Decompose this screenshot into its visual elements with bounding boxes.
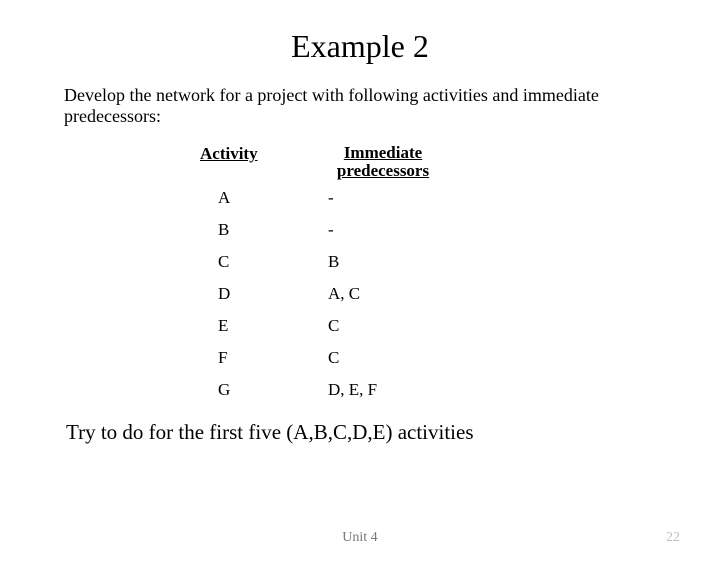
- table-header-row: Activity Immediate predecessors: [200, 144, 458, 182]
- closing-text: Try to do for the first five (A,B,C,D,E)…: [66, 420, 720, 445]
- intro-text: Develop the network for a project with f…: [64, 85, 660, 126]
- activities-table: Activity Immediate predecessors A - B - …: [200, 144, 458, 406]
- page-title: Example 2: [0, 28, 720, 65]
- cell-activity: C: [200, 246, 318, 278]
- header-activity: Activity: [200, 144, 318, 182]
- table-row: B -: [200, 214, 458, 246]
- cell-pred: C: [318, 310, 458, 342]
- page-number: 22: [666, 530, 680, 546]
- table-row: D A, C: [200, 278, 458, 310]
- slide: Example 2 Develop the network for a proj…: [0, 28, 720, 568]
- header-predecessors: Immediate predecessors: [318, 144, 458, 182]
- cell-activity: F: [200, 342, 318, 374]
- table-row: G D, E, F: [200, 374, 458, 406]
- footer-center: Unit 4: [0, 530, 720, 546]
- cell-pred: A, C: [318, 278, 458, 310]
- table-row: C B: [200, 246, 458, 278]
- cell-activity: A: [200, 182, 318, 214]
- cell-activity: B: [200, 214, 318, 246]
- cell-pred: -: [318, 182, 458, 214]
- cell-pred: B: [318, 246, 458, 278]
- table-row: A -: [200, 182, 458, 214]
- cell-pred: C: [318, 342, 458, 374]
- cell-pred: D, E, F: [318, 374, 458, 406]
- cell-pred: -: [318, 214, 458, 246]
- table-row: F C: [200, 342, 458, 374]
- cell-activity: D: [200, 278, 318, 310]
- activities-table-wrap: Activity Immediate predecessors A - B - …: [200, 144, 720, 406]
- cell-activity: G: [200, 374, 318, 406]
- cell-activity: E: [200, 310, 318, 342]
- table-row: E C: [200, 310, 458, 342]
